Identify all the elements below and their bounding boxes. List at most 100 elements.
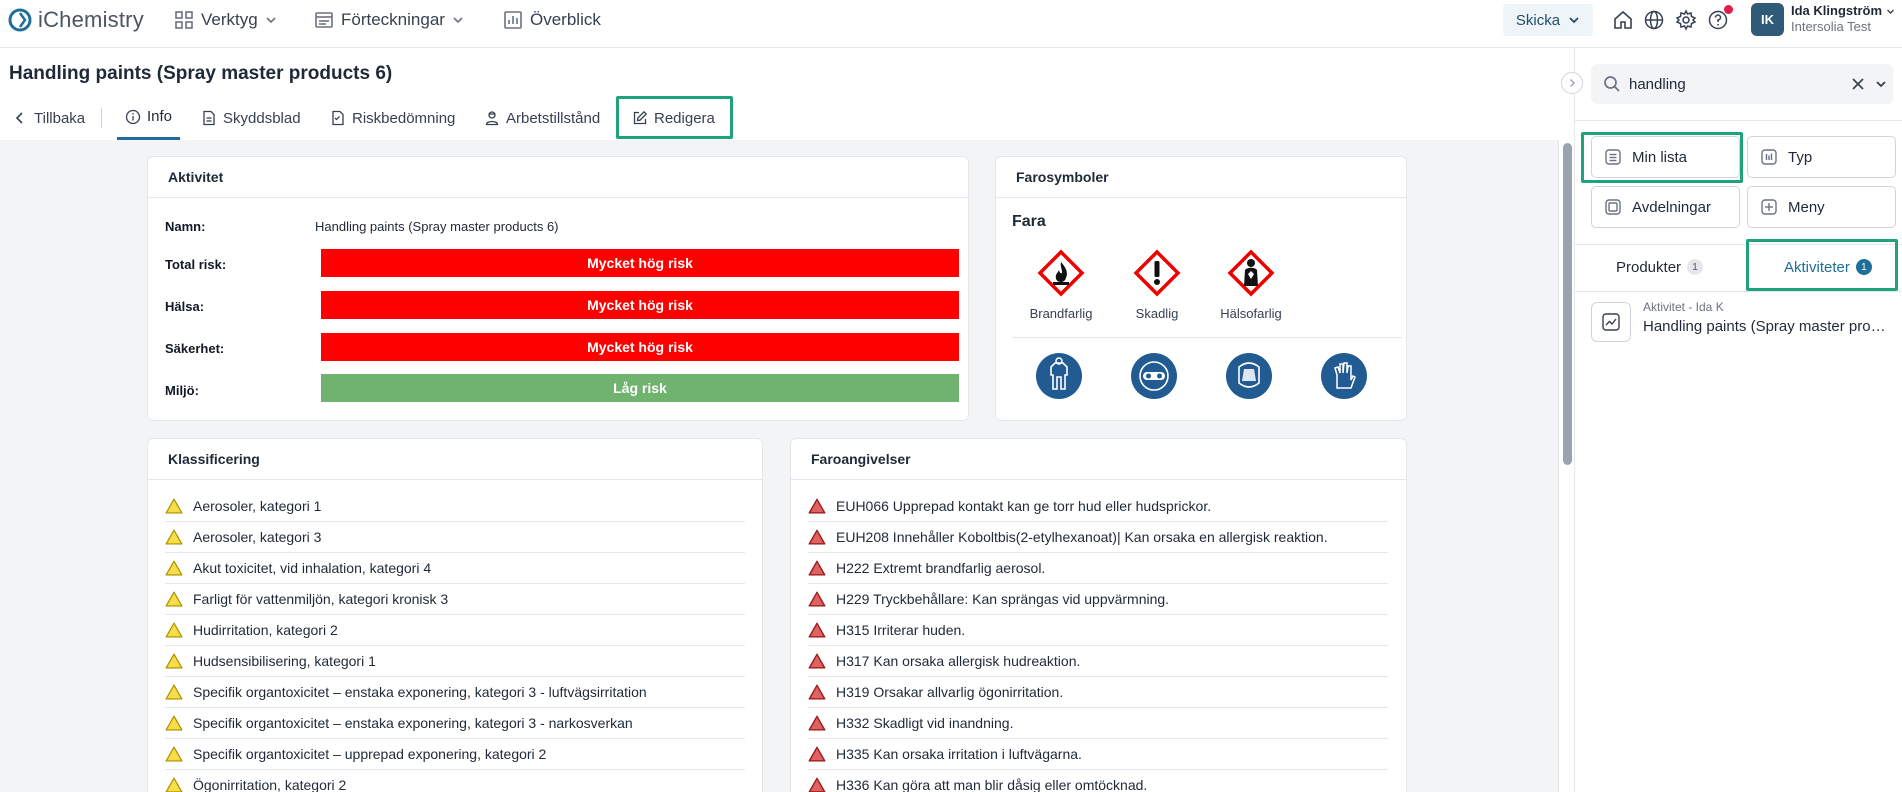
health-hazard-pictogram-icon [1227, 249, 1275, 297]
yellow-warning-icon [165, 746, 183, 762]
tab-produkter[interactable]: Produkter 1 [1616, 250, 1704, 284]
scrollbar-thumb[interactable] [1563, 143, 1572, 465]
halsa-row: Hälsa: [165, 299, 315, 314]
ghs-halsofarlig: Hälsofarlig [1206, 249, 1296, 321]
nav-forteckningar[interactable]: Förteckningar [314, 0, 464, 40]
list-item: H317 Kan orsaka allergisk hudreaktion. [808, 646, 1388, 677]
app-logo-text: iChemistry [38, 7, 144, 32]
tab-produkter-label: Produkter [1616, 258, 1682, 276]
list-item: H319 Orsakar allvarlig ögonirritation. [808, 677, 1388, 708]
back-button[interactable]: Tillbaka [12, 96, 85, 140]
grid-icon [175, 11, 193, 29]
chevron-left-icon [15, 112, 23, 124]
list-item-text: Specifik organtoxicitet – enstaka expone… [193, 684, 647, 700]
filter-meny[interactable]: Meny [1747, 186, 1896, 228]
main-content: Aktivitet Namn: Handling paints (Spray m… [0, 140, 1558, 792]
activity-icon [1591, 302, 1631, 342]
faroangivelser-card: Faroangivelser EUH066 Upprepad kontakt k… [790, 438, 1407, 792]
red-warning-icon [808, 684, 826, 700]
tab-aktiviteter-label: Aktiviteter [1784, 258, 1850, 276]
list-item-text: Aerosoler, kategori 3 [193, 529, 322, 545]
user-menu[interactable]: Ida Klingström Intersolia Test [1791, 3, 1895, 35]
home-icon[interactable] [1612, 9, 1634, 31]
info-icon [125, 109, 141, 124]
panel-divider [1575, 120, 1902, 121]
list-item: H315 Irriterar huden. [808, 615, 1388, 646]
search-icon [1604, 76, 1620, 92]
list-item-text: H336 Kan göra att man blir dåsig eller o… [836, 777, 1148, 792]
result-meta: Aktivitet - Ida K [1643, 300, 1724, 314]
filter-typ-label: Typ [1788, 148, 1813, 166]
gear-icon[interactable] [1675, 9, 1697, 31]
yellow-warning-icon [165, 777, 183, 792]
list-item: Aerosoler, kategori 3 [165, 522, 745, 553]
total-risk-bar: Mycket hög risk [321, 249, 959, 277]
faroangivelser-header: Faroangivelser [791, 439, 1406, 480]
filter-avdelningar[interactable]: Avdelningar [1591, 186, 1740, 228]
name-row: Namn: Handling paints (Spray master prod… [165, 219, 559, 234]
exclamation-pictogram-icon [1133, 249, 1181, 297]
signal-word: Fara [1012, 213, 1046, 230]
tab-riskbedomning[interactable]: Riskbedömning [330, 96, 455, 140]
yellow-warning-icon [165, 529, 183, 545]
filter-typ[interactable]: Typ [1747, 136, 1896, 178]
total-risk-row: Total risk: [165, 257, 315, 272]
yellow-warning-icon [165, 684, 183, 700]
yellow-warning-icon [165, 653, 183, 669]
aktivitet-card: Aktivitet Namn: Handling paints (Spray m… [147, 156, 969, 421]
red-warning-icon [808, 777, 826, 792]
list-item: EUH208 Innehåller Koboltbis(2-etylhexano… [808, 522, 1388, 553]
list-item-text: H319 Orsakar allvarlig ögonirritation. [836, 684, 1064, 700]
protective-suit-icon [1036, 353, 1082, 399]
tab-skyddsblad[interactable]: Skyddsblad [201, 96, 301, 140]
list-icon [1605, 149, 1621, 165]
chevron-down-icon [1887, 9, 1894, 14]
klassificering-card: Klassificering Aerosoler, kategori 1 Aero… [147, 438, 763, 792]
list-item-text: EUH208 Innehåller Koboltbis(2-etylhexano… [836, 529, 1328, 545]
red-warning-icon [808, 560, 826, 576]
produkter-count-badge: 1 [1687, 259, 1704, 275]
ghs-skadlig-label: Skadlig [1135, 306, 1179, 321]
yellow-warning-icon [165, 622, 183, 638]
skicka-dropdown[interactable]: Skicka [1503, 4, 1593, 36]
list-item-text: Specifik organtoxicitet – enstaka expone… [193, 715, 633, 731]
back-label: Tillbaka [34, 109, 86, 127]
tab-redigera[interactable]: Redigera [632, 96, 715, 140]
chart-icon [504, 11, 522, 29]
nav-forteckningar-label: Förteckningar [341, 10, 445, 29]
edit-icon [633, 110, 648, 125]
ghs-brandfarlig-label: Brandfarlig [1029, 306, 1093, 321]
nav-verktyg[interactable]: Verktyg [174, 0, 277, 40]
checklist-icon [332, 110, 344, 126]
nav-overblick[interactable]: Överblick [503, 0, 601, 40]
help-icon[interactable] [1707, 5, 1733, 31]
result-title: Handling paints (Spray master products 6… [1643, 318, 1893, 335]
main-scrollbar[interactable] [1558, 140, 1574, 792]
search-input[interactable] [1629, 73, 1829, 95]
list-item: Ögonirritation, kategori 2 [165, 770, 745, 792]
klassificering-header: Klassificering [148, 439, 762, 480]
list-item: Akut toxicitet, vid inhalation, kategori… [165, 553, 745, 584]
name-label: Namn: [165, 219, 206, 234]
globe-icon[interactable] [1643, 9, 1665, 31]
search-result-item[interactable]: Aktivitet - Ida K Handling paints (Spray… [1591, 300, 1893, 342]
skicka-label: Skicka [1515, 11, 1561, 29]
chevron-down-icon[interactable] [1875, 78, 1887, 90]
tab-aktiviteter[interactable]: Aktiviteter 1 [1784, 250, 1872, 284]
search-panel: Min lista Typ Avdelningar Meny Produkter… [1574, 48, 1902, 792]
notification-dot [1724, 5, 1733, 14]
filter-min-lista[interactable]: Min lista [1591, 136, 1740, 178]
clear-icon[interactable] [1851, 77, 1865, 91]
list-item-text: Hudsensibilisering, kategori 1 [193, 653, 376, 669]
aktivitet-header: Aktivitet [148, 157, 968, 198]
collapse-panel-button[interactable] [1561, 72, 1583, 94]
departments-icon [1605, 199, 1621, 215]
list-item: Hudirritation, kategori 2 [165, 615, 745, 646]
tab-info[interactable]: Info [117, 96, 181, 140]
list-item-text: H315 Irriterar huden. [836, 622, 966, 638]
tab-arbetstillstand-label: Arbetstillstånd [506, 109, 601, 127]
tab-arbetstillstand[interactable]: Arbetstillstånd [484, 96, 600, 140]
app-logo[interactable]: iChemistry [8, 7, 144, 33]
avatar[interactable]: IK [1751, 3, 1784, 36]
gloves-icon [1321, 353, 1367, 399]
